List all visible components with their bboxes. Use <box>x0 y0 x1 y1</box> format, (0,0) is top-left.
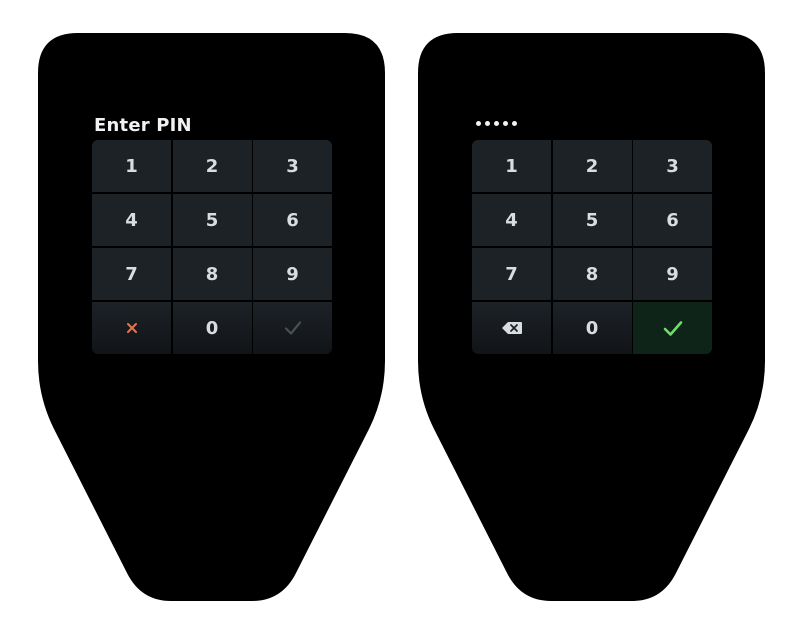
device-pin-filled: 1 2 3 4 5 6 7 8 9 0 <box>418 33 765 601</box>
key-4[interactable]: 4 <box>92 194 171 246</box>
key-3[interactable]: 3 <box>253 140 332 192</box>
pin-dots <box>476 121 517 126</box>
backspace-icon <box>501 322 522 334</box>
key-6[interactable]: 6 <box>633 194 712 246</box>
checkmark-icon <box>284 321 301 335</box>
key-4[interactable]: 4 <box>472 194 551 246</box>
key-1[interactable]: 1 <box>92 140 171 192</box>
key-3[interactable]: 3 <box>633 140 712 192</box>
confirm-button-disabled[interactable] <box>253 302 332 354</box>
key-9[interactable]: 9 <box>633 248 712 300</box>
key-0[interactable]: 0 <box>172 302 252 354</box>
key-8[interactable]: 8 <box>552 248 632 300</box>
device-pin-entry: Enter PIN 1 2 3 4 5 6 7 8 9 0 <box>38 33 385 601</box>
key-1[interactable]: 1 <box>472 140 551 192</box>
key-5[interactable]: 5 <box>552 194 632 246</box>
key-7[interactable]: 7 <box>92 248 171 300</box>
pin-keypad: 1 2 3 4 5 6 7 8 9 0 <box>472 140 712 354</box>
close-icon <box>126 323 137 333</box>
delete-button[interactable] <box>472 302 551 354</box>
key-8[interactable]: 8 <box>172 248 252 300</box>
key-9[interactable]: 9 <box>253 248 332 300</box>
pin-dot <box>512 121 517 126</box>
confirm-button[interactable] <box>633 302 712 354</box>
pin-dot <box>494 121 499 126</box>
pin-keypad: 1 2 3 4 5 6 7 8 9 0 <box>92 140 332 354</box>
key-2[interactable]: 2 <box>172 140 252 192</box>
checkmark-icon <box>663 320 682 336</box>
pin-dot <box>476 121 481 126</box>
key-2[interactable]: 2 <box>552 140 632 192</box>
enter-pin-title: Enter PIN <box>94 115 192 136</box>
key-6[interactable]: 6 <box>253 194 332 246</box>
key-7[interactable]: 7 <box>472 248 551 300</box>
pin-dot <box>503 121 508 126</box>
pin-dot <box>485 121 490 126</box>
stage: Enter PIN 1 2 3 4 5 6 7 8 9 0 1 2 3 4 5 … <box>0 0 803 631</box>
cancel-button[interactable] <box>92 302 171 354</box>
key-5[interactable]: 5 <box>172 194 252 246</box>
key-0[interactable]: 0 <box>552 302 632 354</box>
